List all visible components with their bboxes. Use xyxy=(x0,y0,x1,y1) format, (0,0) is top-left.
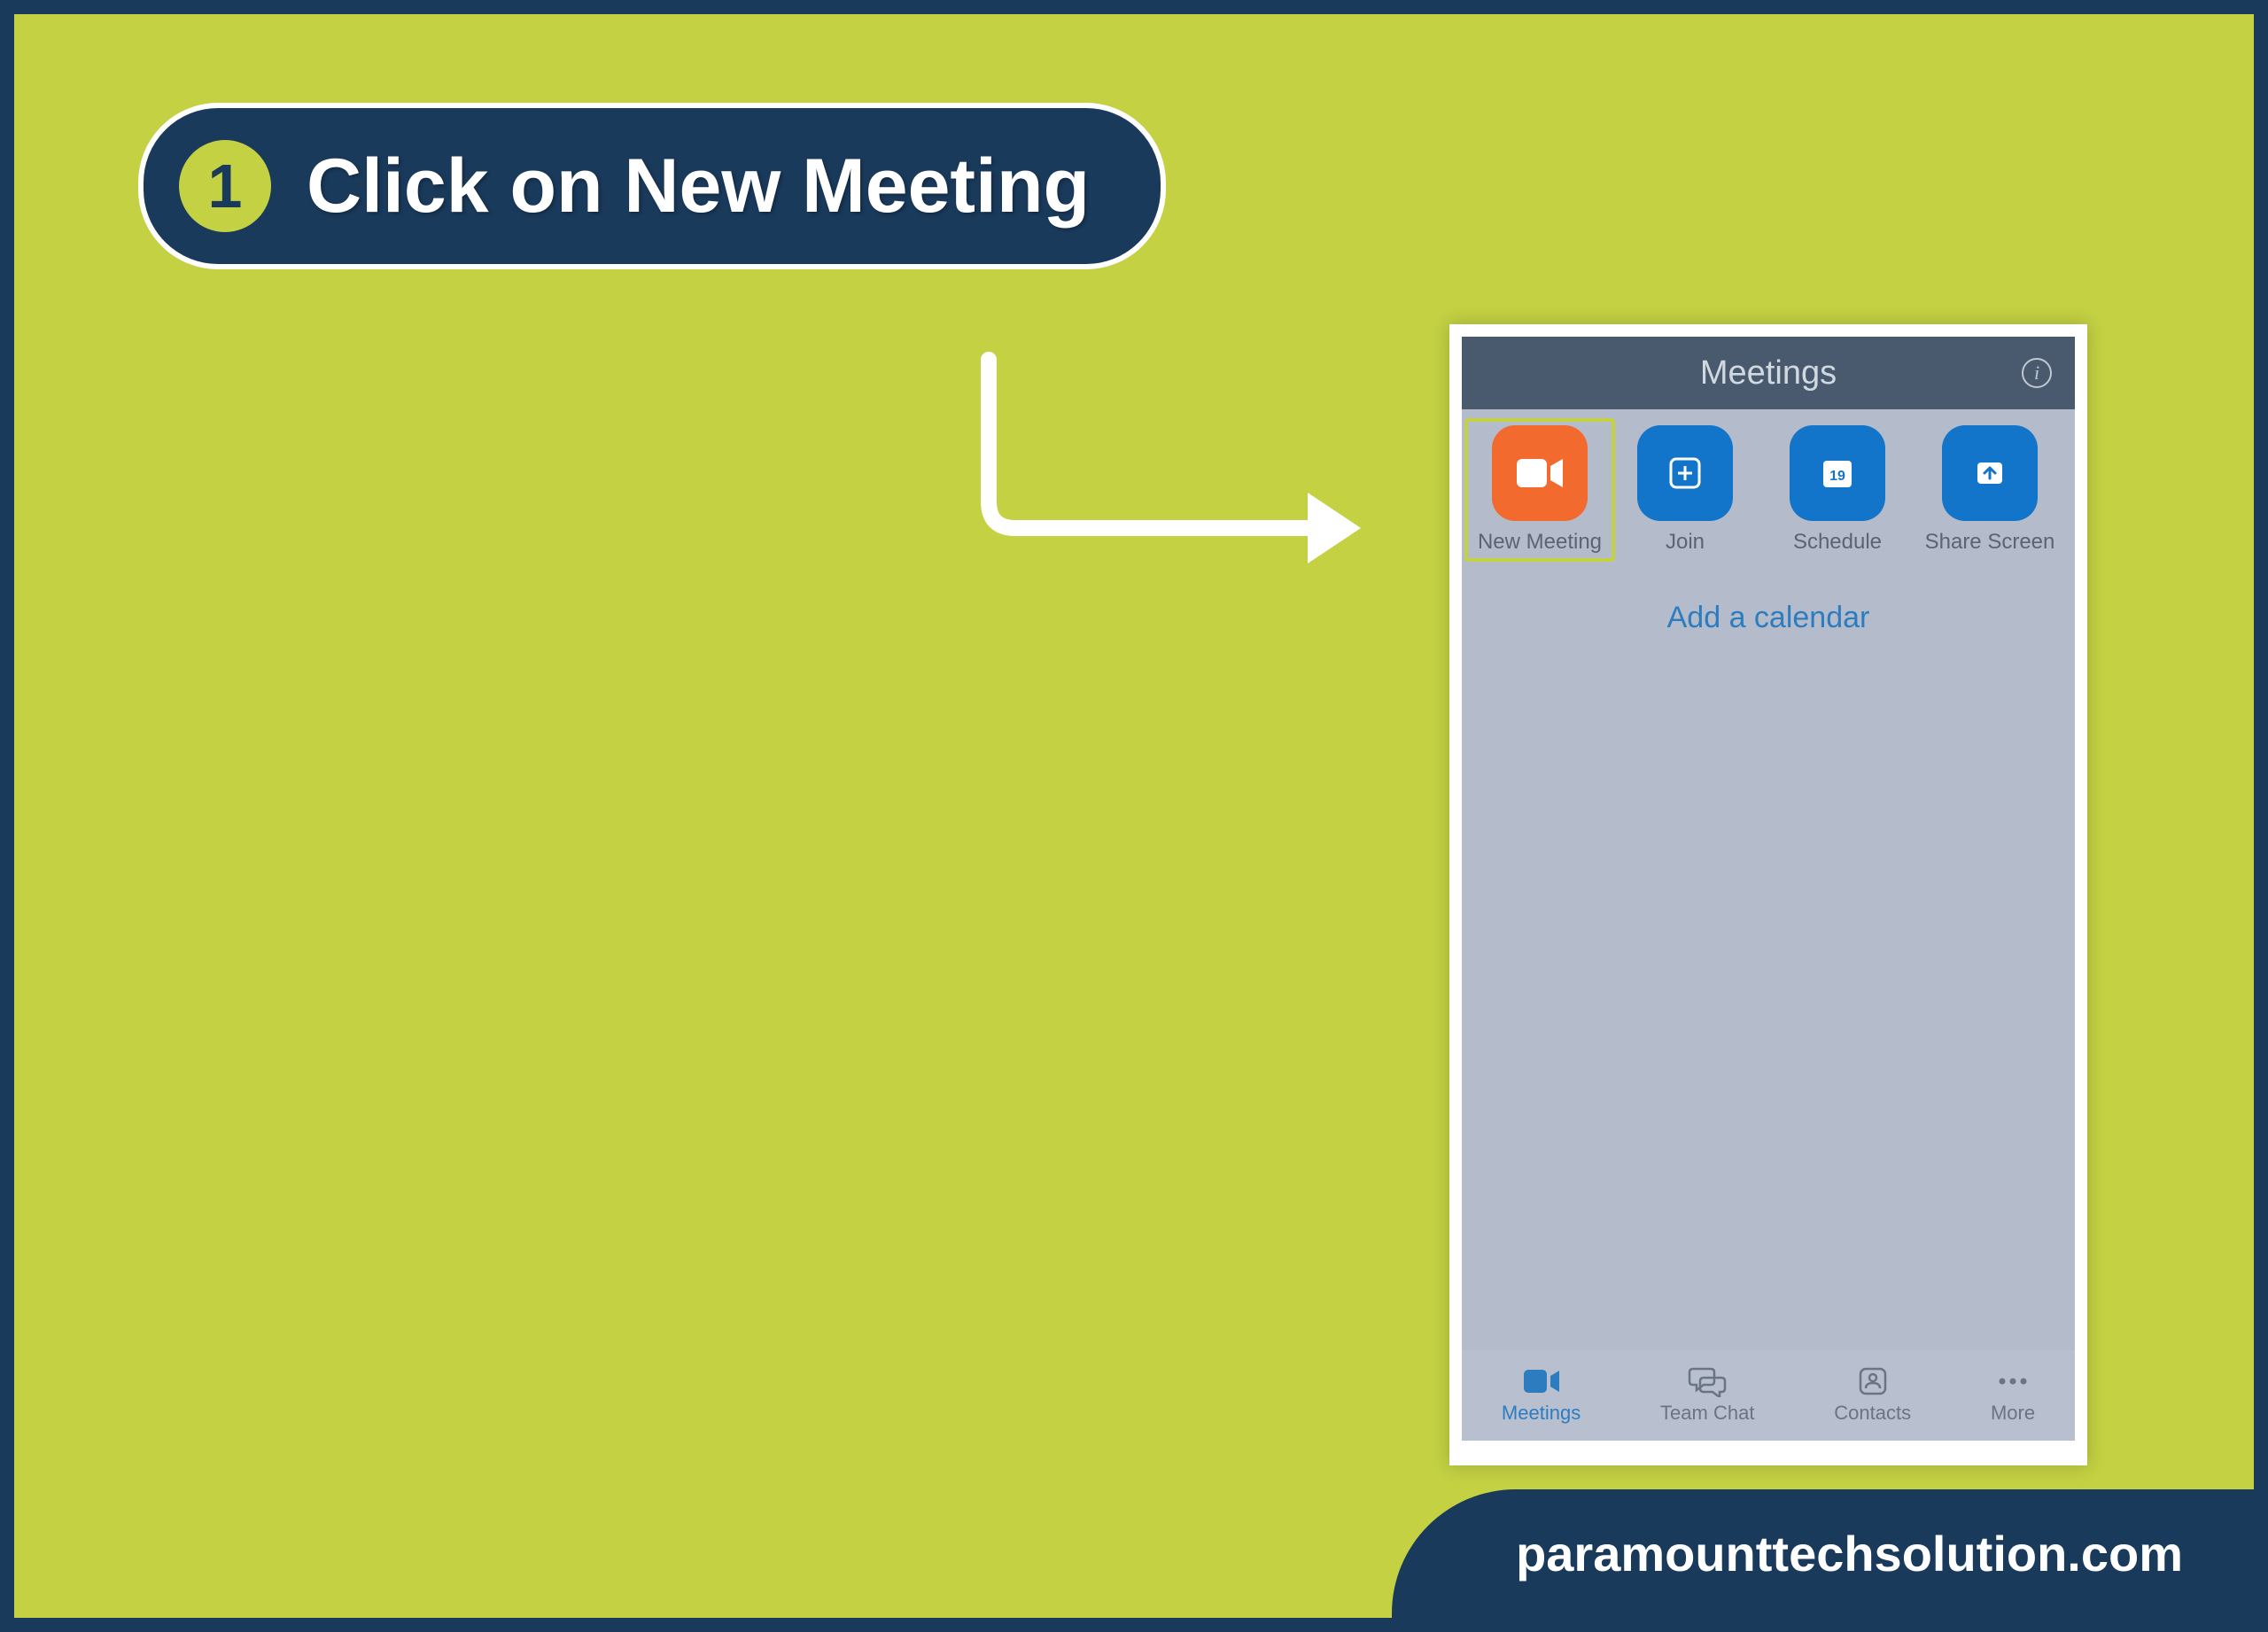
phone-body: Add a calendar Meetings xyxy=(1462,565,2075,1441)
nav-meetings[interactable]: Meetings xyxy=(1502,1366,1581,1425)
action-label: Schedule xyxy=(1793,530,1882,555)
schedule-button[interactable]: 19 Schedule xyxy=(1762,425,1913,555)
video-camera-icon xyxy=(1492,425,1588,521)
nav-label: Team Chat xyxy=(1660,1402,1754,1425)
calendar-icon: 19 xyxy=(1790,425,1885,521)
nav-label: Meetings xyxy=(1502,1402,1581,1425)
actions-row: New Meeting Join 19 Schedule xyxy=(1462,409,2075,565)
join-button[interactable]: Join xyxy=(1610,425,1760,555)
chat-icon xyxy=(1688,1366,1727,1396)
nav-more[interactable]: More xyxy=(1991,1366,2035,1425)
share-screen-button[interactable]: Share Screen xyxy=(1915,425,2065,555)
plus-icon xyxy=(1637,425,1733,521)
new-meeting-button[interactable]: New Meeting xyxy=(1464,418,1615,562)
nav-label: More xyxy=(1991,1402,2035,1425)
phone-header: Meetings i xyxy=(1462,337,2075,409)
add-calendar-link[interactable]: Add a calendar xyxy=(1462,565,2075,635)
bottom-nav: Meetings Team Chat xyxy=(1462,1350,2075,1441)
nav-team-chat[interactable]: Team Chat xyxy=(1660,1366,1754,1425)
info-icon[interactable]: i xyxy=(2022,358,2052,388)
phone-header-title: Meetings xyxy=(1700,354,1837,392)
action-label: Join xyxy=(1666,530,1705,555)
step-number-badge: 1 xyxy=(179,140,271,232)
nav-contacts[interactable]: Contacts xyxy=(1834,1366,1911,1425)
contacts-icon xyxy=(1853,1366,1892,1396)
more-icon xyxy=(1993,1366,2032,1396)
action-label: Share Screen xyxy=(1925,530,2055,555)
arrow-icon xyxy=(953,342,1396,563)
step-title: Click on New Meeting xyxy=(307,143,1090,230)
video-camera-icon xyxy=(1522,1366,1561,1396)
svg-text:19: 19 xyxy=(1829,469,1845,484)
action-label: New Meeting xyxy=(1478,530,1602,555)
phone-mockup: Meetings i New Meeting Join xyxy=(1449,324,2087,1465)
share-icon xyxy=(1942,425,2038,521)
step-callout: 1 Click on New Meeting xyxy=(138,103,1166,269)
step-number: 1 xyxy=(208,151,243,221)
footer-url: paramounttechsolution.com xyxy=(1392,1489,2254,1618)
nav-label: Contacts xyxy=(1834,1402,1911,1425)
